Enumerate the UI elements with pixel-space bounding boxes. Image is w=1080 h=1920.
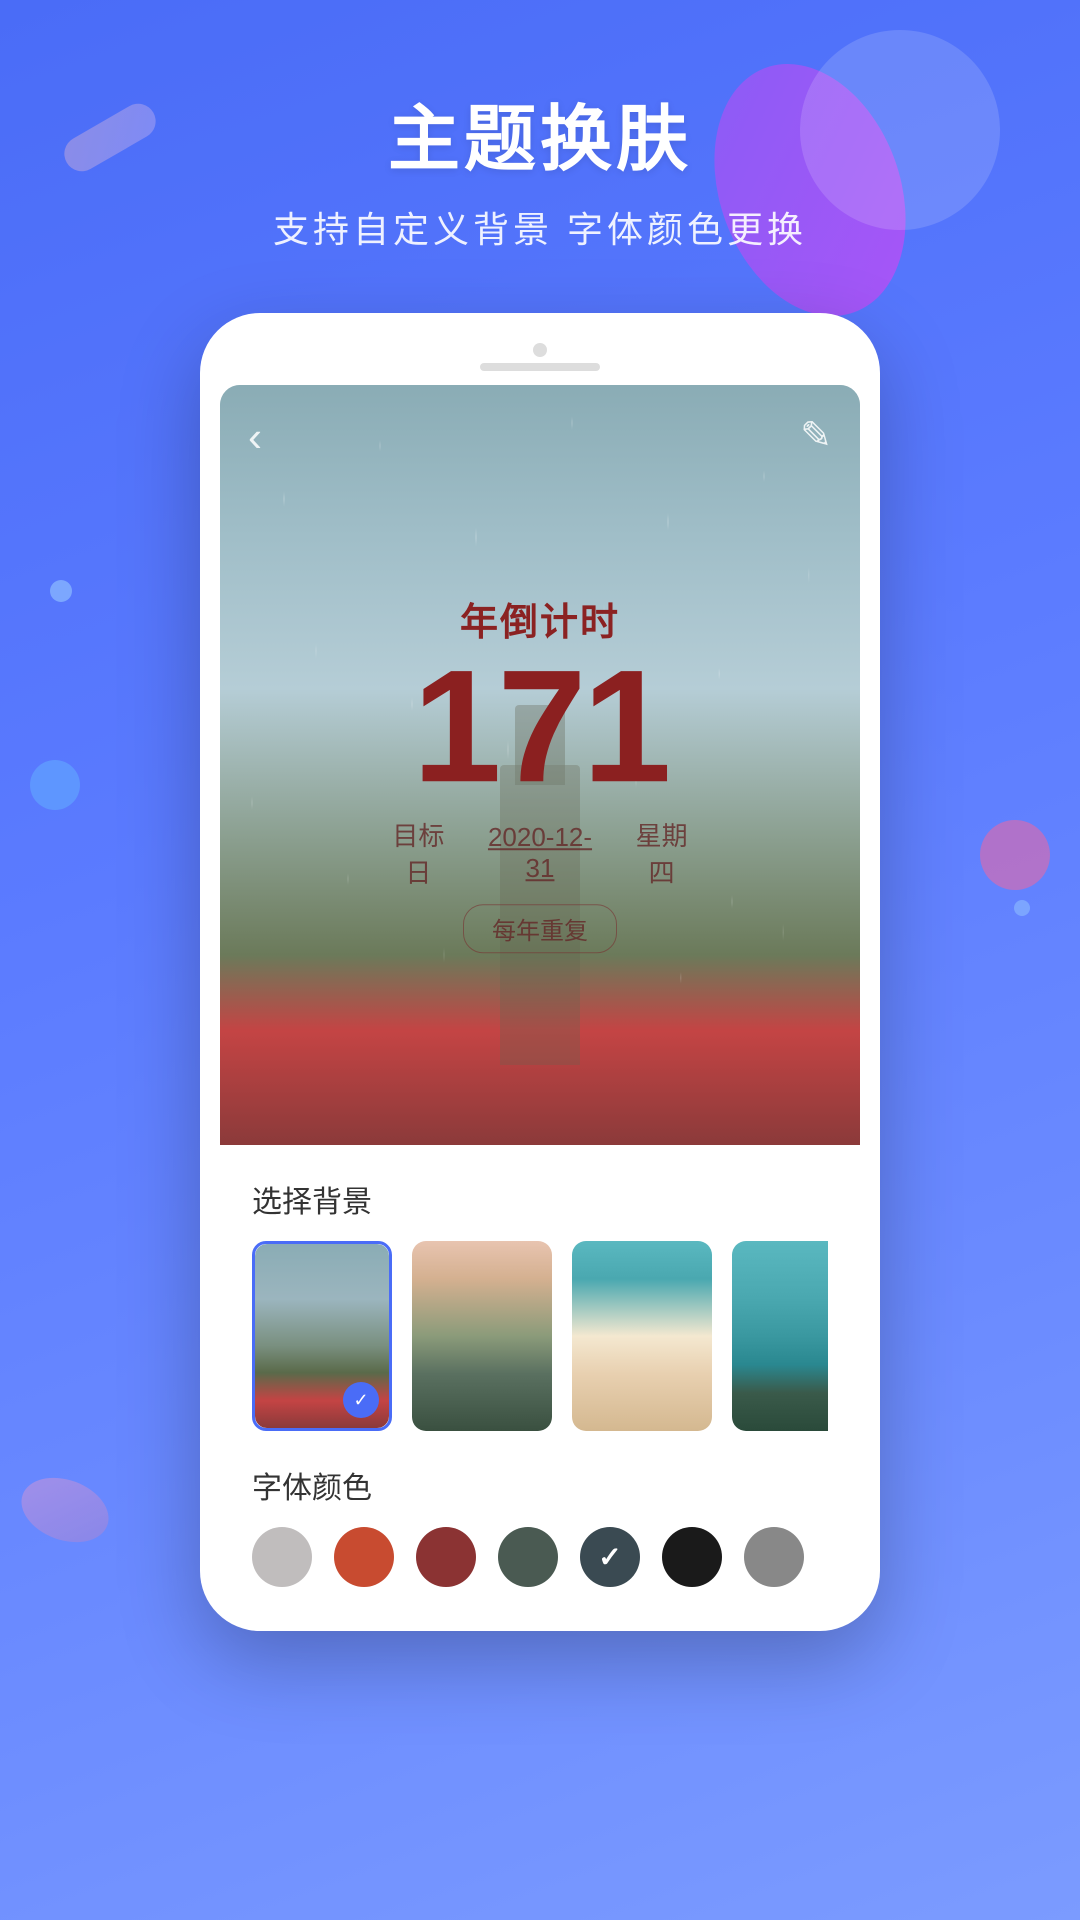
phone-mockup: ‹ ✎ 年倒计时 171 目标日 2020-12-31 星期四 每年重复 bbox=[0, 313, 1080, 1631]
countdown-content: 年倒计时 171 目标日 2020-12-31 星期四 每年重复 bbox=[380, 591, 700, 953]
date-value: 2020-12-31 bbox=[475, 822, 606, 884]
phone-screen: ‹ ✎ 年倒计时 171 目标日 2020-12-31 星期四 每年重复 bbox=[220, 385, 860, 1611]
repeat-badge[interactable]: 每年重复 bbox=[463, 904, 617, 953]
bg-thumb-4-image bbox=[732, 1241, 828, 1431]
edit-button[interactable]: ✎ bbox=[800, 413, 832, 458]
color-dot-gray[interactable] bbox=[252, 1527, 312, 1587]
phone-camera bbox=[533, 343, 547, 357]
phone-body: ‹ ✎ 年倒计时 171 目标日 2020-12-31 星期四 每年重复 bbox=[200, 313, 880, 1631]
font-color-section-label: 字体颜色 bbox=[252, 1463, 828, 1507]
background-section-label: 选择背景 bbox=[252, 1177, 828, 1221]
header: 主题换肤 支持自定义背景 字体颜色更换 bbox=[0, 0, 1080, 253]
bg-thumb-1-check: ✓ bbox=[343, 1382, 379, 1418]
bg-thumb-3-image bbox=[572, 1241, 712, 1431]
page-title: 主题换肤 bbox=[0, 80, 1080, 185]
color-dot-dark-red[interactable] bbox=[416, 1527, 476, 1587]
color-dot-dark-blue-gray[interactable] bbox=[580, 1527, 640, 1587]
bg-thumb-3[interactable] bbox=[572, 1241, 712, 1431]
weekday-label: 星期四 bbox=[623, 816, 700, 890]
bg-thumb-4[interactable] bbox=[732, 1241, 828, 1431]
color-dot-red-orange[interactable] bbox=[334, 1527, 394, 1587]
bg-thumb-1[interactable]: ✓ bbox=[252, 1241, 392, 1431]
color-dot-black[interactable] bbox=[662, 1527, 722, 1587]
countdown-screen: ‹ ✎ 年倒计时 171 目标日 2020-12-31 星期四 每年重复 bbox=[220, 385, 860, 1145]
page-subtitle: 支持自定义背景 字体颜色更换 bbox=[0, 201, 1080, 253]
bg-thumb-2[interactable] bbox=[412, 1241, 552, 1431]
bottom-panel: 选择背景 ✓ bbox=[220, 1145, 860, 1611]
back-button[interactable]: ‹ bbox=[248, 413, 262, 461]
date-label-text: 目标日 bbox=[380, 816, 457, 890]
countdown-date-row: 目标日 2020-12-31 星期四 bbox=[380, 816, 700, 890]
phone-notch bbox=[220, 333, 860, 385]
background-selector: ✓ bbox=[252, 1241, 828, 1431]
color-dot-medium-gray[interactable] bbox=[744, 1527, 804, 1587]
bg-thumb-2-image bbox=[412, 1241, 552, 1431]
color-dot-dark-green[interactable] bbox=[498, 1527, 558, 1587]
color-selector bbox=[252, 1527, 828, 1587]
countdown-number: 171 bbox=[380, 646, 700, 806]
phone-speaker bbox=[480, 363, 600, 371]
